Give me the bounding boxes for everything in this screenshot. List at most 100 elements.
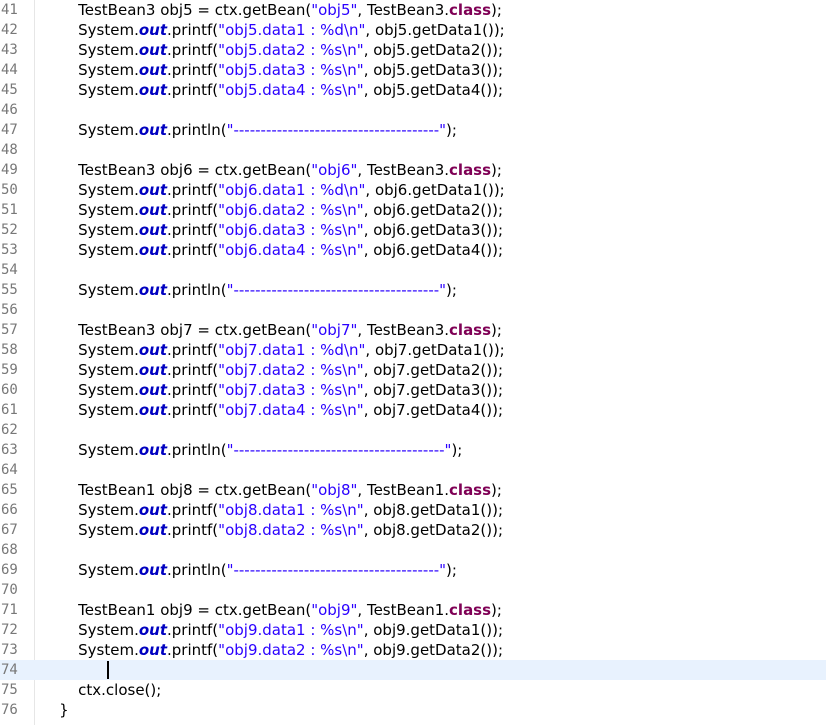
code-token: ); [491, 321, 502, 339]
line-number: 49 [1, 162, 18, 178]
code-token: .printf( [167, 361, 219, 379]
code-token: , obj6.getData1()); [365, 181, 505, 199]
code-line[interactable]: 44 System.out.printf("obj5.data3 : %s\n"… [0, 60, 826, 80]
code-line[interactable]: 51 System.out.printf("obj6.data2 : %s\n"… [0, 200, 826, 220]
string-token: "obj9.data2 : %s\n" [218, 641, 364, 659]
string-token: "obj8.data2 : %s\n" [218, 521, 364, 539]
code-line[interactable]: 56 [0, 300, 826, 320]
code-token: .println( [167, 561, 227, 579]
code-line[interactable]: 59 System.out.printf("obj7.data2 : %s\n"… [0, 360, 826, 380]
field-token: out [138, 201, 168, 219]
code-line[interactable]: 52 System.out.printf("obj6.data3 : %s\n"… [0, 220, 826, 240]
code-line[interactable]: 45 System.out.printf("obj5.data4 : %s\n"… [0, 80, 826, 100]
line-number: 50 [1, 182, 18, 198]
code-line[interactable]: 70 [0, 580, 826, 600]
code-token: ); [446, 121, 457, 139]
code-line[interactable]: 63 System.out.println("-----------------… [0, 440, 826, 460]
field-token: out [138, 441, 168, 459]
field-token: out [138, 241, 168, 259]
code-token: System. [40, 21, 139, 39]
string-token: "obj7.data4 : %s\n" [218, 401, 364, 419]
line-number: 68 [1, 542, 18, 558]
keyword-token: class [449, 601, 492, 619]
code-line[interactable]: 69 System.out.println("-----------------… [0, 560, 826, 580]
code-line[interactable]: 71 TestBean1 obj9 = ctx.getBean("obj9", … [0, 600, 826, 620]
code-line[interactable]: 50 System.out.printf("obj6.data1 : %d\n"… [0, 180, 826, 200]
string-token: "obj9" [311, 601, 358, 619]
code-token: .printf( [167, 341, 219, 359]
code-text: System.out.printf("obj6.data4 : %s\n", o… [40, 240, 503, 260]
line-number: 48 [1, 142, 18, 158]
code-line[interactable]: 42 System.out.printf("obj5.data1 : %d\n"… [0, 20, 826, 40]
code-line[interactable]: 66 System.out.printf("obj8.data1 : %s\n"… [0, 500, 826, 520]
field-token: out [138, 341, 168, 359]
code-token: , obj7.getData1()); [365, 341, 505, 359]
field-token: out [138, 641, 168, 659]
line-number: 64 [1, 462, 18, 478]
string-token: "obj5.data1 : %d\n" [218, 21, 366, 39]
code-line[interactable]: 68 [0, 540, 826, 560]
code-line[interactable]: 58 System.out.printf("obj7.data1 : %d\n"… [0, 340, 826, 360]
string-token: "obj5.data3 : %s\n" [218, 61, 364, 79]
code-token: .println( [167, 441, 227, 459]
line-number: 65 [1, 482, 18, 498]
line-number: 54 [1, 262, 18, 278]
code-line[interactable]: 47 System.out.println("-----------------… [0, 120, 826, 140]
code-text: TestBean3 obj7 = ctx.getBean("obj7", Tes… [40, 320, 502, 340]
code-token: , TestBean1. [357, 481, 450, 499]
code-token: , obj7.getData4()); [363, 401, 504, 419]
code-line[interactable]: 54 [0, 260, 826, 280]
code-token: System. [40, 241, 139, 259]
code-token: .printf( [167, 41, 219, 59]
keyword-token: class [449, 161, 492, 179]
code-token: .printf( [167, 381, 219, 399]
code-line[interactable]: 73 System.out.printf("obj9.data2 : %s\n"… [0, 640, 826, 660]
line-number: 76 [1, 702, 18, 718]
code-line[interactable]: 53 System.out.printf("obj6.data4 : %s\n"… [0, 240, 826, 260]
field-token: out [138, 41, 168, 59]
line-number: 47 [1, 122, 18, 138]
code-token: , obj9.getData2()); [363, 641, 504, 659]
code-line[interactable]: 43 System.out.printf("obj5.data2 : %s\n"… [0, 40, 826, 60]
field-token: out [138, 21, 168, 39]
code-line[interactable]: 64 [0, 460, 826, 480]
code-line[interactable]: 65 TestBean1 obj8 = ctx.getBean("obj8", … [0, 480, 826, 500]
line-number: 51 [1, 202, 18, 218]
code-line[interactable]: 49 TestBean3 obj6 = ctx.getBean("obj6", … [0, 160, 826, 180]
code-line[interactable]: 75 ctx.close(); [0, 680, 826, 700]
code-token: , obj6.getData2()); [363, 201, 504, 219]
code-line-current[interactable]: 74 [0, 660, 826, 680]
code-line[interactable]: 72 System.out.printf("obj9.data1 : %s\n"… [0, 620, 826, 640]
code-editor[interactable]: 41 TestBean3 obj5 = ctx.getBean("obj5", … [0, 0, 826, 725]
code-line[interactable]: 48 [0, 140, 826, 160]
code-token: TestBean3 obj5 = ctx.getBean( [40, 1, 312, 19]
code-token: System. [40, 201, 139, 219]
field-token: out [138, 61, 168, 79]
string-token: "--------------------------------------" [226, 121, 447, 139]
code-token: , TestBean3. [357, 1, 450, 19]
code-line[interactable]: 41 TestBean3 obj5 = ctx.getBean("obj5", … [0, 0, 826, 20]
code-line[interactable]: 55 System.out.println("-----------------… [0, 280, 826, 300]
code-line[interactable]: 46 [0, 100, 826, 120]
code-text: System.out.printf("obj6.data2 : %s\n", o… [40, 200, 503, 220]
code-line[interactable]: 61 System.out.printf("obj7.data4 : %s\n"… [0, 400, 826, 420]
code-text: TestBean3 obj6 = ctx.getBean("obj6", Tes… [40, 160, 502, 180]
code-line[interactable]: 57 TestBean3 obj7 = ctx.getBean("obj7", … [0, 320, 826, 340]
code-token: System. [40, 381, 139, 399]
field-token: out [138, 361, 168, 379]
line-number: 43 [1, 42, 18, 58]
code-token: , obj5.getData4()); [363, 81, 504, 99]
code-token: , TestBean1. [357, 601, 450, 619]
string-token: "obj6.data3 : %s\n" [218, 221, 364, 239]
code-line[interactable]: 60 System.out.printf("obj7.data3 : %s\n"… [0, 380, 826, 400]
code-token: ); [491, 1, 502, 19]
code-line[interactable]: 62 [0, 420, 826, 440]
line-number: 74 [1, 662, 18, 678]
code-token: TestBean3 obj6 = ctx.getBean( [40, 161, 312, 179]
string-token: "obj7.data1 : %d\n" [218, 341, 366, 359]
field-token: out [138, 561, 168, 579]
code-token: TestBean1 obj8 = ctx.getBean( [40, 481, 312, 499]
code-line[interactable]: 67 System.out.printf("obj8.data2 : %s\n"… [0, 520, 826, 540]
field-token: out [138, 501, 168, 519]
code-line[interactable]: 76 } [0, 700, 826, 720]
